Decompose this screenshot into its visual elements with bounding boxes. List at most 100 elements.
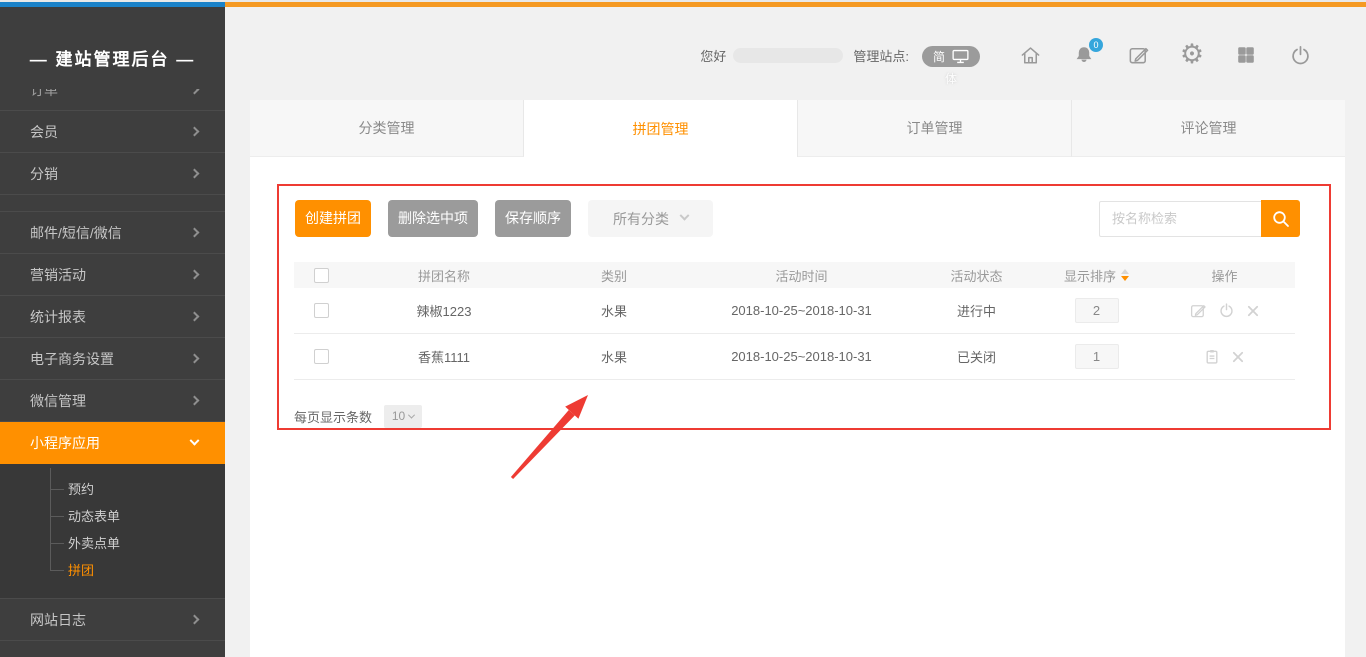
chevron-down-icon (190, 435, 200, 445)
username-redacted (733, 48, 843, 63)
sidebar-subitem-label: 拼团 (68, 563, 94, 578)
sidebar-item-label: 分销 (30, 164, 58, 184)
language-pill[interactable]: 简 (922, 46, 980, 67)
sort-toggle[interactable] (1121, 269, 1129, 281)
bell-icon[interactable]: 0 (1072, 43, 1096, 67)
row-checkbox[interactable] (314, 303, 329, 318)
cell-name: 香蕉1111 (349, 347, 539, 366)
header-status: 活动状态 (914, 266, 1039, 285)
sidebar-group: 邮件/短信/微信 营销活动 统计报表 电子商务设置 微信管理 小程序应用 (0, 211, 225, 641)
table-header-row: 拼团名称 类别 活动时间 活动状态 显示排序 操作 (294, 262, 1295, 288)
content-panel: 创建拼团 删除选中项 保存顺序 所有分类 拼团名称 (250, 157, 1345, 657)
power-icon[interactable] (1218, 302, 1235, 319)
cell-category: 水果 (539, 347, 689, 366)
top-strip-orange (225, 2, 1366, 7)
tab-groupbuy-management[interactable]: 拼团管理 (524, 100, 798, 157)
category-filter-dropdown[interactable]: 所有分类 (588, 200, 713, 237)
sidebar-menu: 订单 会员 分销 邮件/短信/微信 营销活动 统计报表 电 (0, 89, 225, 657)
delete-selected-button[interactable]: 删除选中项 (388, 200, 478, 237)
search-input[interactable] (1099, 201, 1261, 237)
edit-icon[interactable] (1189, 302, 1207, 320)
sort-asc-icon (1121, 269, 1129, 274)
sidebar-item-label: 邮件/短信/微信 (30, 223, 122, 243)
monitor-icon (952, 49, 969, 64)
chevron-down-icon (680, 211, 690, 221)
sidebar-subitem-label: 外卖点单 (68, 536, 120, 551)
sidebar-subitem-label: 预约 (68, 482, 94, 497)
sidebar-item-distribution[interactable]: 分销 (0, 153, 225, 195)
gear-icon[interactable]: ⚙ (1180, 43, 1204, 67)
language-pill-label-wrap: 体 (945, 70, 957, 87)
sort-order-input[interactable]: 2 (1075, 298, 1119, 323)
chevron-right-icon (190, 396, 200, 406)
sidebar-item-mail-sms-wechat[interactable]: 邮件/短信/微信 (0, 212, 225, 254)
sidebar-item-wechat-management[interactable]: 微信管理 (0, 380, 225, 422)
notification-badge: 0 (1089, 38, 1103, 52)
groupbuy-table: 拼团名称 类别 活动时间 活动状态 显示排序 操作 辣椒1223 水果 2018… (294, 262, 1295, 380)
sidebar-item-miniprogram-apps[interactable]: 小程序应用 (0, 422, 225, 464)
sidebar-item-label: 会员 (30, 122, 58, 142)
sidebar-subitem-takeout-order[interactable]: 外卖点单 (0, 530, 225, 557)
edit-icon[interactable] (1126, 43, 1150, 67)
sidebar-item-label: 小程序应用 (30, 433, 100, 453)
tab-order-management[interactable]: 订单管理 (798, 100, 1072, 157)
sidebar-item-orders[interactable]: 订单 (0, 89, 225, 111)
search-button[interactable] (1261, 200, 1300, 237)
close-icon[interactable] (1231, 350, 1245, 364)
tab-label: 分类管理 (359, 118, 415, 138)
save-order-button[interactable]: 保存顺序 (495, 200, 571, 237)
sidebar-item-label: 统计报表 (30, 307, 86, 327)
cell-time: 2018-10-25~2018-10-31 (689, 349, 914, 364)
sidebar-subitem-group-buy[interactable]: 拼团 (0, 557, 225, 584)
chevron-down-icon (408, 411, 415, 418)
sidebar-item-statistics[interactable]: 统计报表 (0, 296, 225, 338)
page-size-control: 每页显示条数 10 (294, 404, 422, 428)
sidebar-item-members[interactable]: 会员 (0, 111, 225, 153)
cell-time: 2018-10-25~2018-10-31 (689, 303, 914, 318)
topbar-icon-row: 0 ⚙ (1018, 43, 1312, 67)
sidebar-item-label: 营销活动 (30, 265, 86, 285)
tab-category-management[interactable]: 分类管理 (250, 100, 524, 157)
site-label: 管理站点: (853, 46, 909, 65)
greeting-text: 您好 (700, 46, 726, 65)
sidebar-subitem-label: 动态表单 (68, 509, 120, 524)
sidebar-subitem-dynamic-forms[interactable]: 动态表单 (0, 503, 225, 530)
tab-label: 拼团管理 (633, 119, 689, 139)
chevron-right-icon (190, 615, 200, 625)
grid-icon[interactable] (1234, 43, 1258, 67)
clipboard-icon[interactable] (1204, 348, 1220, 365)
chevron-right-icon (190, 354, 200, 364)
tab-comment-management[interactable]: 评论管理 (1072, 100, 1345, 157)
sidebar-item-label: 微信管理 (30, 391, 86, 411)
cell-name: 辣椒1223 (349, 301, 539, 320)
chevron-right-icon (190, 89, 200, 94)
close-icon[interactable] (1246, 304, 1260, 318)
chevron-right-icon (190, 169, 200, 179)
top-color-strip (0, 0, 1366, 7)
select-all-checkbox[interactable] (314, 268, 329, 283)
search-group (1099, 200, 1300, 237)
sidebar-item-site-logs[interactable]: 网站日志 (0, 599, 225, 641)
language-switch[interactable]: 简 体 (922, 46, 980, 87)
chevron-right-icon (190, 127, 200, 137)
sort-desc-icon (1121, 276, 1129, 281)
create-groupbuy-button[interactable]: 创建拼团 (295, 200, 371, 237)
cell-status: 进行中 (914, 301, 1039, 320)
sidebar-item-marketing[interactable]: 营销活动 (0, 254, 225, 296)
row-checkbox[interactable] (314, 349, 329, 364)
page-size-select[interactable]: 10 (384, 405, 422, 428)
app-title: — 建站管理后台 — (0, 45, 225, 70)
sidebar-subitem-booking[interactable]: 预约 (0, 476, 225, 503)
category-filter-label: 所有分类 (613, 209, 669, 229)
sidebar-item-ecommerce-settings[interactable]: 电子商务设置 (0, 338, 225, 380)
header-category: 类别 (539, 266, 689, 285)
sidebar: — 建站管理后台 — 订单 会员 分销 邮件/短信/微信 营销活动 统计报表 (0, 7, 225, 657)
toolbar: 创建拼团 删除选中项 保存顺序 所有分类 (295, 200, 1300, 237)
home-icon[interactable] (1018, 43, 1042, 67)
cell-category: 水果 (539, 301, 689, 320)
sidebar-submenu: 预约 动态表单 外卖点单 拼团 (0, 464, 225, 599)
power-icon[interactable] (1288, 43, 1312, 67)
tab-bar: 分类管理 拼团管理 订单管理 评论管理 (250, 100, 1345, 157)
sort-order-input[interactable]: 1 (1075, 344, 1119, 369)
chevron-right-icon (190, 228, 200, 238)
